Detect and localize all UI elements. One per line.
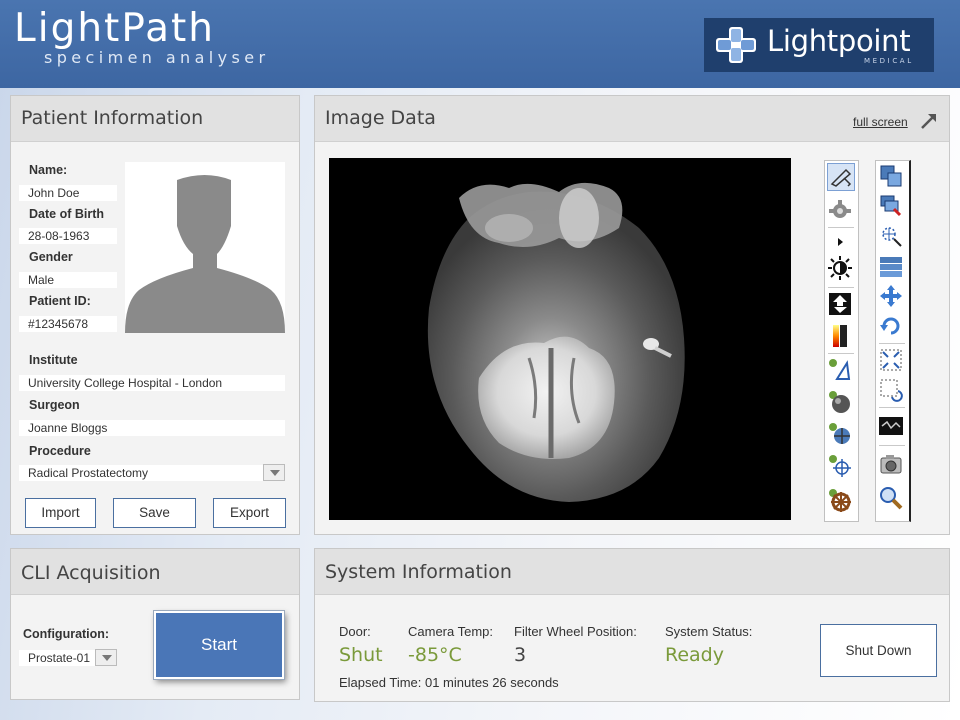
filmstrip-icon[interactable] (878, 413, 906, 441)
shut-down-button[interactable]: Shut Down (820, 624, 937, 677)
system-status-label: System Status: (665, 624, 753, 639)
pointer-icon[interactable] (827, 163, 855, 191)
patient-id-value: #12345678 (19, 316, 117, 332)
configuration-select[interactable]: Prostate-01 (19, 650, 95, 666)
configuration-dropdown-arrow-icon[interactable] (95, 649, 117, 666)
medical-cross-icon (716, 27, 756, 63)
specimen-image[interactable] (329, 158, 791, 520)
play-arrow-icon[interactable] (827, 229, 855, 257)
name-value: John Doe (19, 185, 117, 201)
dob-value: 28-08-1963 (19, 228, 117, 244)
app-subtitle: specimen analyser (44, 48, 270, 67)
flip-icon[interactable] (827, 291, 855, 319)
brightness-icon[interactable] (827, 255, 855, 283)
logo-subtitle: MEDICAL (864, 57, 914, 65)
institute-label: Institute (29, 353, 78, 367)
avatar-silhouette-icon (125, 175, 285, 333)
color-scale-icon[interactable] (827, 323, 855, 351)
lightpoint-logo: Lightpoint MEDICAL (704, 18, 934, 72)
rotate-icon[interactable] (878, 313, 906, 341)
sphere-icon[interactable] (827, 389, 855, 417)
app-title: LightPath (14, 6, 216, 51)
image-panel-header: Image Data full screen (315, 96, 949, 142)
filter-wheel-value: 3 (514, 644, 527, 666)
toolbar-separator (879, 343, 905, 344)
door-label: Door: (339, 624, 371, 639)
toolbar-separator (828, 227, 854, 228)
institute-value: University College Hospital - London (19, 375, 285, 391)
full-screen-link[interactable]: full screen (853, 115, 908, 129)
patient-panel-title: Patient Information (21, 107, 204, 129)
fit-icon[interactable] (878, 347, 906, 375)
patient-photo (125, 162, 285, 333)
patient-panel-header: Patient Information (11, 96, 299, 142)
app-header: LightPath specimen analyser Lightpoint M… (0, 0, 960, 88)
gender-label: Gender (29, 250, 73, 264)
camera-icon[interactable] (878, 451, 906, 479)
cli-panel-title: CLI Acquisition (21, 562, 161, 584)
toolbar-separator (828, 287, 854, 288)
image-data-panel: Image Data full screen (314, 95, 950, 535)
layers-icon[interactable] (878, 163, 906, 191)
move-icon[interactable] (878, 283, 906, 311)
layers-red-icon[interactable] (878, 193, 906, 221)
gear-icon[interactable] (827, 197, 855, 225)
configuration-label: Configuration: (23, 627, 110, 641)
system-information-panel: System Information Door: Shut Camera Tem… (314, 548, 950, 702)
system-status-value: Ready (665, 644, 724, 666)
export-button[interactable]: Export (213, 498, 286, 528)
cli-acquisition-panel: CLI Acquisition Configuration: Prostate-… (10, 548, 300, 700)
logo-wordmark: Lightpoint (767, 24, 911, 58)
toolbar-separator (879, 407, 905, 408)
system-panel-header: System Information (315, 549, 949, 595)
rotate-region-icon[interactable] (878, 377, 906, 405)
globe-marker-icon[interactable] (827, 421, 855, 449)
expand-arrow-icon[interactable] (919, 111, 939, 131)
ship-wheel-icon[interactable] (827, 487, 855, 515)
procedure-dropdown-arrow-icon[interactable] (263, 464, 285, 481)
image-toolbar-left (824, 160, 859, 522)
toolbar-separator (828, 353, 854, 354)
save-button[interactable]: Save (113, 498, 196, 528)
name-label: Name: (29, 163, 68, 177)
gender-value: Male (19, 272, 117, 288)
image-panel-title: Image Data (325, 107, 436, 129)
cli-panel-header: CLI Acquisition (11, 549, 299, 595)
surgeon-label: Surgeon (29, 398, 80, 412)
camera-temp-value: -85°C (408, 644, 462, 666)
camera-temp-label: Camera Temp: (408, 624, 494, 639)
patient-id-label: Patient ID: (29, 294, 91, 308)
procedure-select[interactable]: Radical Prostatectomy (19, 465, 263, 481)
system-panel-title: System Information (325, 561, 512, 583)
specimen-graphic (427, 182, 685, 503)
angle-measure-icon[interactable] (827, 357, 855, 385)
image-toolbar-right (875, 160, 911, 522)
import-button[interactable]: Import (25, 498, 96, 528)
elapsed-time: Elapsed Time: 01 minutes 26 seconds (339, 675, 559, 690)
crosshair-marker-icon[interactable] (827, 453, 855, 481)
filter-wheel-label: Filter Wheel Position: (514, 624, 637, 639)
patient-information-panel: Patient Information Name: John Doe Date … (10, 95, 300, 535)
dob-label: Date of Birth (29, 207, 104, 221)
surgeon-value: Joanne Bloggs (19, 420, 285, 436)
magnifier-icon[interactable] (878, 485, 906, 513)
zoom-region-icon[interactable] (878, 223, 906, 251)
door-value: Shut (339, 644, 383, 666)
stack-icon[interactable] (878, 253, 906, 281)
toolbar-separator (879, 445, 905, 446)
procedure-label: Procedure (29, 444, 91, 458)
start-button[interactable]: Start (153, 610, 285, 680)
